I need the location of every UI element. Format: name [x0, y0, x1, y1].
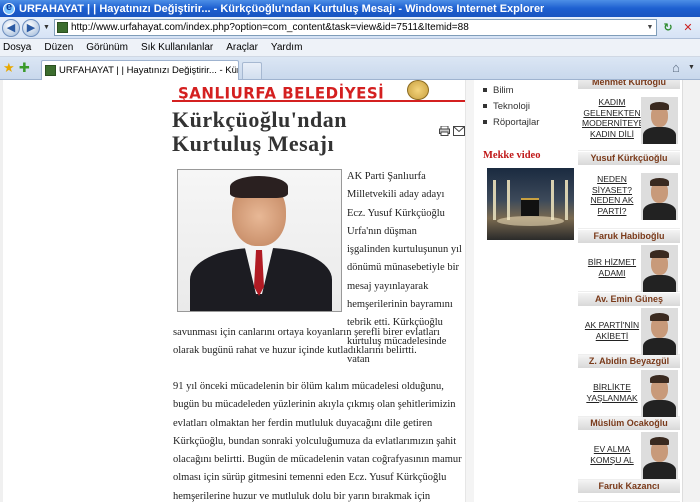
municipality-banner[interactable]: ŞANLIURFA BELEDİYESİ	[172, 80, 466, 102]
menu-dosya[interactable]: Dosya	[3, 42, 31, 53]
back-icon[interactable]: ◀	[2, 18, 20, 37]
add-favorite-icon[interactable]: ✚	[19, 61, 30, 74]
author-name: Faruk Habiboğlu	[578, 230, 680, 243]
column-gutter	[465, 80, 474, 502]
banner-stripe	[172, 100, 466, 102]
tab-bar: ★ ✚ URFAHAYAT | | Hayatınızı Değiştirir.…	[0, 57, 700, 80]
new-tab-button[interactable]	[242, 62, 262, 79]
author-card: EV ALMA KOMŞU AL	[578, 430, 680, 480]
author-article-link[interactable]: BİRLİKTE YAŞLANMAK	[582, 382, 642, 403]
municipality-logo	[407, 80, 429, 100]
menu-bar: Dosya Düzen Görünüm Sık Kullanılanlar Ar…	[0, 39, 700, 57]
menu-gorunum[interactable]: Görünüm	[86, 42, 128, 53]
mecca-video[interactable]	[487, 168, 574, 240]
author-photo	[641, 308, 678, 355]
nav-history-dropdown-icon[interactable]: ▼	[43, 24, 50, 31]
go-icon[interactable]: ↻	[659, 19, 677, 36]
article-paragraph-2: savunması için canlarını ortaya koyanlar…	[173, 327, 440, 357]
menu-duzen[interactable]: Düzen	[44, 42, 73, 53]
author-card: NEDEN SİYASET? NEDEN AK PARTİ?	[578, 165, 680, 229]
page-content: ŞANLIURFA BELEDİYESİ Kürkçüoğlu'ndan Kur…	[0, 80, 700, 502]
author-article-link[interactable]: AK PARTİ'NİN AKİBETİ	[582, 320, 642, 341]
category-link-roportajlar[interactable]: Röportajlar	[483, 114, 573, 130]
tab-favicon	[45, 65, 56, 76]
menu-tools[interactable]: Araçlar	[226, 42, 258, 53]
ie-icon	[3, 1, 15, 15]
author-photo	[641, 173, 678, 220]
site-favicon	[56, 22, 68, 33]
print-icon[interactable]	[439, 126, 450, 136]
menu-help[interactable]: Yardım	[271, 42, 303, 53]
article-title: Kürkçüoğlu'ndan Kurtuluş Mesajı	[172, 107, 348, 156]
tab-label: URFAHAYAT | | Hayatınızı Değiştirir... -…	[59, 65, 238, 76]
video-label: Mekke video	[483, 150, 541, 161]
url-dropdown-icon[interactable]: ▼	[644, 24, 656, 31]
author-name: Müslüm Ocakoğlu	[578, 417, 680, 430]
author-article-link[interactable]: EV ALMA KOMŞU AL	[582, 444, 642, 465]
email-icon[interactable]	[453, 126, 465, 136]
vertical-scrollbar[interactable]	[682, 80, 700, 502]
author-card: KADIM GELENEKTEN MODERNİTEYE KADIN DİLİ	[578, 89, 680, 151]
author-card	[578, 493, 680, 502]
author-article-link[interactable]: KADIM GELENEKTEN MODERNİTEYE KADIN DİLİ	[582, 97, 644, 139]
left-edge	[0, 80, 3, 502]
author-article-link[interactable]: BİR HİZMET ADAMI	[582, 257, 642, 278]
author-card: AK PARTİ'NİN AKİBETİ	[578, 306, 680, 355]
author-photo	[641, 370, 678, 417]
author-photo	[641, 432, 678, 479]
article-paragraph-3: 91 yıl önceki mücadelenin bir ölüm kalım…	[173, 381, 462, 502]
window-titlebar: URFAHAYAT | | Hayatınızı Değiştirir... -…	[0, 0, 700, 17]
author-photo	[641, 245, 678, 292]
category-links: Bilim Teknoloji Röportajlar	[483, 82, 573, 130]
article-photo	[177, 169, 342, 312]
home-dropdown-icon[interactable]: ▼	[688, 64, 695, 71]
author-card: BİRLİKTE YAŞLANMAK	[578, 368, 680, 417]
author-name: Av. Emin Güneş	[578, 293, 680, 306]
author-name: Faruk Kazancı	[578, 480, 680, 493]
menu-favorites[interactable]: Sık Kullanılanlar	[141, 42, 213, 53]
favorites-star-icon[interactable]: ★	[3, 61, 15, 74]
author-name: Mehmet Kurtoğlu	[578, 80, 680, 89]
url-text[interactable]: http://www.urfahayat.com/index.php?optio…	[71, 22, 644, 33]
tab-active[interactable]: URFAHAYAT | | Hayatınızı Değiştirir... -…	[41, 60, 239, 80]
forward-icon[interactable]: ▶	[22, 18, 40, 37]
window-title: URFAHAYAT | | Hayatınızı Değiştirir... -…	[19, 2, 545, 15]
author-name: Yusuf Kürkçüoğlu	[578, 152, 680, 165]
author-article-link[interactable]: NEDEN SİYASET? NEDEN AK PARTİ?	[582, 174, 642, 216]
author-photo	[641, 97, 678, 144]
category-link-bilim[interactable]: Bilim	[483, 82, 573, 98]
stop-icon[interactable]: ✕	[679, 19, 697, 36]
url-field[interactable]: http://www.urfahayat.com/index.php?optio…	[53, 19, 657, 36]
category-link-teknoloji[interactable]: Teknoloji	[483, 98, 573, 114]
home-icon[interactable]: ⌂	[672, 60, 680, 75]
address-bar: ◀ ▶ ▼ http://www.urfahayat.com/index.php…	[0, 17, 700, 39]
author-name: Z. Abidin Beyazgül	[578, 355, 680, 368]
author-card: BİR HİZMET ADAMI	[578, 243, 680, 292]
